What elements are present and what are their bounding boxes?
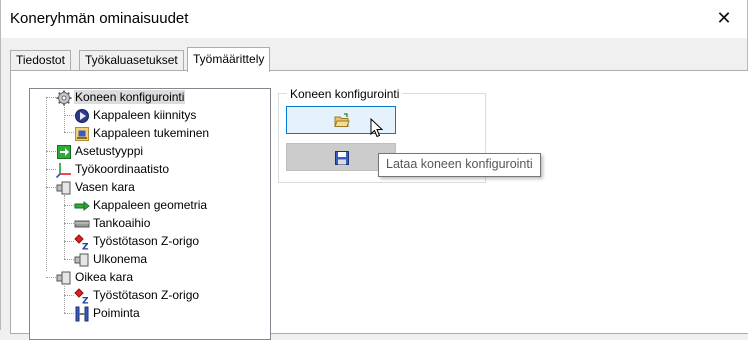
tree-item-tankoaihio[interactable]: Tankoaihio bbox=[74, 215, 151, 232]
tree-line bbox=[46, 97, 56, 98]
tree-line bbox=[64, 132, 74, 133]
tab-tyomaarittely[interactable]: Työmäärittely bbox=[187, 47, 271, 72]
tree-line bbox=[64, 241, 74, 242]
tree-item-tyostotason-z-origo-2[interactable]: Z Työstötason Z-origo bbox=[74, 287, 200, 304]
tree-item-label: Työkoordinaatisto bbox=[75, 162, 170, 177]
tree-item-label: Tankoaihio bbox=[93, 216, 151, 231]
mouse-cursor-icon bbox=[370, 118, 384, 138]
tree-line bbox=[64, 286, 65, 313]
tree-item-label: Kappaleen geometria bbox=[93, 198, 208, 213]
tree-item-label: Poiminta bbox=[93, 306, 140, 321]
tree-item-vasen-kara[interactable]: Vasen kara bbox=[56, 179, 136, 196]
bar-stock-icon bbox=[74, 220, 90, 228]
tree-item-asetustyyppi[interactable]: Asetustyyppi bbox=[56, 143, 144, 160]
tree-line bbox=[64, 295, 74, 296]
tab-tiedostot[interactable]: Tiedostot bbox=[10, 50, 71, 71]
overhang-icon bbox=[74, 253, 89, 267]
tree-item-label: Kappaleen tukeminen bbox=[93, 126, 210, 141]
open-folder-icon bbox=[334, 113, 350, 127]
configuration-tree[interactable]: Koneen konfigurointi Kappaleen kiinnitys… bbox=[29, 88, 271, 340]
tree-line bbox=[64, 205, 74, 206]
tree-item-label: Koneen konfigurointi bbox=[74, 90, 186, 105]
tree-line bbox=[64, 105, 65, 132]
tooltip: Lataa koneen konfigurointi bbox=[378, 153, 541, 177]
tree-line bbox=[46, 97, 47, 271]
support-icon bbox=[75, 126, 89, 141]
tree-line bbox=[64, 259, 74, 260]
geometry-icon bbox=[74, 200, 90, 211]
tree-line bbox=[46, 187, 56, 188]
tree-item-label: Asetustyyppi bbox=[75, 144, 144, 159]
tree-line bbox=[46, 151, 56, 152]
coordinate-system-icon bbox=[56, 162, 71, 178]
z-origin-icon: Z bbox=[74, 288, 89, 304]
tree-line bbox=[64, 313, 74, 314]
tree-item-kappaleen-geometria[interactable]: Kappaleen geometria bbox=[74, 197, 208, 214]
tree-item-ulkonema[interactable]: Ulkonema bbox=[74, 251, 148, 268]
tree-item-label: Työstötason Z-origo bbox=[93, 288, 200, 303]
tree-item-kappaleen-kiinnitys[interactable]: Kappaleen kiinnitys bbox=[74, 107, 197, 124]
tree-line bbox=[46, 277, 56, 278]
tree-item-label: Kappaleen kiinnitys bbox=[93, 108, 197, 123]
tree-item-oikea-kara[interactable]: Oikea kara bbox=[56, 269, 134, 286]
tree-item-kappaleen-tukeminen[interactable]: Kappaleen tukeminen bbox=[74, 125, 210, 142]
dialog-window: Koneryhmän ominaisuudet ✕ Tiedostot Työk… bbox=[0, 0, 748, 340]
tab-tyokaluasetukset[interactable]: Työkaluasetukset bbox=[79, 50, 184, 71]
clamp-icon bbox=[75, 108, 89, 123]
tree-line bbox=[64, 223, 74, 224]
pickup-icon bbox=[75, 306, 89, 322]
tree-item-tyostotason-z-origo[interactable]: Z Työstötason Z-origo bbox=[74, 233, 200, 250]
group-title: Koneen konfigurointi bbox=[287, 87, 403, 101]
tree-item-poiminta[interactable]: Poiminta bbox=[74, 305, 141, 322]
tree-item-label: Vasen kara bbox=[75, 180, 135, 195]
tab-panel: Koneen konfigurointi Kappaleen kiinnitys… bbox=[10, 70, 748, 340]
spindle-icon bbox=[56, 271, 71, 285]
gear-icon bbox=[56, 90, 72, 106]
z-origin-icon: Z bbox=[74, 234, 89, 250]
tree-item-tyokoordinaatisto[interactable]: Työkoordinaatisto bbox=[56, 161, 170, 178]
tree-line bbox=[46, 169, 56, 170]
spindle-icon bbox=[56, 181, 71, 195]
title-bar: Koneryhmän ominaisuudet ✕ bbox=[1, 0, 747, 38]
floppy-disk-icon bbox=[335, 151, 349, 165]
svg-text:Z: Z bbox=[82, 242, 89, 250]
tree-item-label: Työstötason Z-origo bbox=[93, 234, 200, 249]
setup-type-icon bbox=[57, 144, 71, 159]
tree-line bbox=[64, 115, 74, 116]
tree-item-label: Ulkonema bbox=[93, 252, 148, 267]
svg-text:Z: Z bbox=[82, 296, 89, 304]
close-icon[interactable]: ✕ bbox=[715, 8, 733, 28]
window-title: Koneryhmän ominaisuudet bbox=[10, 10, 189, 27]
tree-item-label: Oikea kara bbox=[75, 270, 134, 285]
tree-item-koneen-konfigurointi[interactable]: Koneen konfigurointi bbox=[56, 89, 186, 106]
